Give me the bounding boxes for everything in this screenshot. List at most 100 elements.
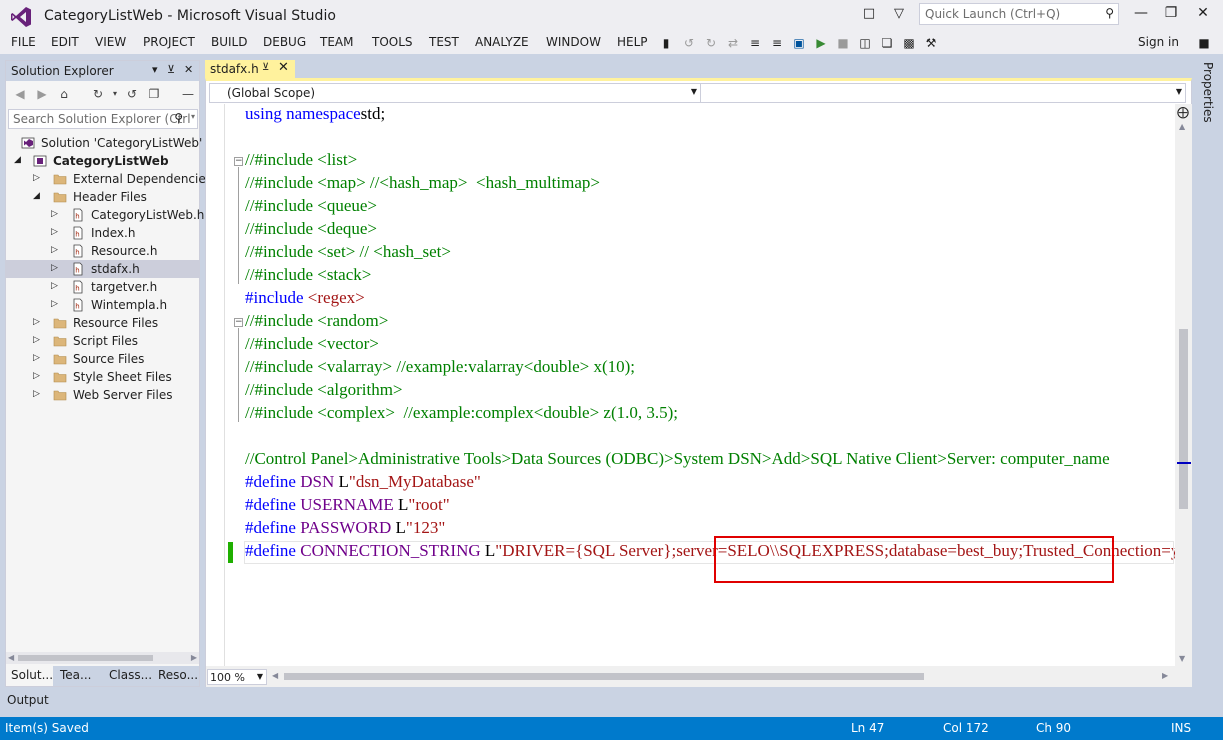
next-bookmark-icon[interactable]: ↻ [703,35,719,51]
wrench-icon[interactable]: ⚒ [923,35,939,51]
pin-icon[interactable]: ⊻ [262,62,269,73]
properties-tab[interactable]: Properties [1201,62,1215,123]
collapsed-arrow-icon[interactable]: ▷ [33,353,40,363]
tree-item[interactable]: ▷ Web Server Files [6,386,199,404]
tree-item[interactable]: ▷ h CategoryListWeb.h [6,206,204,224]
back-icon[interactable]: ◀ [12,86,28,102]
split-icon[interactable]: ⨁ [1177,105,1189,119]
tree-item[interactable]: ▷ Style Sheet Files [6,368,199,386]
menu-project[interactable]: PROJECT [143,35,195,49]
minus-icon[interactable]: — [180,86,196,102]
tree-item[interactable]: Solution 'CategoryListWeb' (1 [6,134,218,152]
scroll-thumb[interactable] [1179,329,1188,509]
solution-explorer-hscrollbar[interactable]: ◀ ▶ [6,652,199,664]
zoom-dropdown[interactable]: 100 % ▼ [207,669,267,685]
attach-process-icon[interactable]: ◫ [857,35,873,51]
menu-edit[interactable]: EDIT [51,35,79,49]
menu-view[interactable]: VIEW [95,35,126,49]
start-debugging-icon[interactable]: ▶ [813,35,829,51]
filter-icon[interactable]: ▽ [890,5,908,23]
tab-class-view[interactable]: Class... [104,666,152,686]
account-icon[interactable]: ■ [1196,35,1212,51]
collapsed-arrow-icon[interactable]: ▷ [51,299,58,309]
chevron-down-icon[interactable]: ▾ [107,86,123,102]
collapsed-arrow-icon[interactable]: ▷ [51,227,58,237]
collapsed-arrow-icon[interactable]: ▷ [33,317,40,327]
expanded-arrow-icon[interactable]: ◢ [14,155,21,165]
scroll-left-icon[interactable]: ◀ [272,671,278,680]
tree-item[interactable]: ▷ Resource Files [6,314,199,332]
maximize-button[interactable]: ❐ [1156,2,1186,24]
uncomment-icon[interactable]: ≡ [769,35,785,51]
tree-item[interactable]: ▷ h Wintempla.h [6,296,199,314]
scroll-thumb[interactable] [284,673,924,680]
menu-help[interactable]: HELP [617,35,648,49]
tree-item[interactable]: ▷ Source Files [6,350,199,368]
collapse-toggle-icon[interactable]: − [234,318,243,327]
tree-item[interactable]: ▷ External Dependencies [6,170,212,188]
menu-tools[interactable]: TOOLS [372,35,413,49]
quick-launch-input[interactable]: Quick Launch (Ctrl+Q) ⚲ [919,3,1119,25]
collapsed-arrow-icon[interactable]: ▷ [33,335,40,345]
chevron-down-icon[interactable]: ▾ [191,112,195,121]
feedback-icon[interactable]: □ [860,5,878,23]
scope-dropdown[interactable]: (Global Scope) ▼ [209,83,701,103]
tab-team-explorer[interactable]: Tea... [55,666,102,686]
browser-link-icon[interactable]: ❏ [879,35,895,51]
tab-solution-explorer[interactable]: Solut... [6,666,53,686]
tree-item[interactable]: ◢ CategoryListWeb [6,152,199,170]
tab-stdafx-h[interactable]: stdafx.h ⊻ ✕ [205,60,295,79]
solution-search-input[interactable]: Search Solution Explorer (Ctrl ⚲ ▾ [8,109,198,129]
tree-item[interactable]: ▷ h Resource.h [6,242,199,260]
previous-bookmark-icon[interactable]: ↺ [681,35,697,51]
collapse-all-icon[interactable]: ❐ [146,86,162,102]
clear-bookmarks-icon[interactable]: ⇄ [725,35,741,51]
editor-vscrollbar[interactable]: ⨁ ▲ ▼ [1175,104,1192,666]
menu-file[interactable]: FILE [11,35,36,49]
menu-debug[interactable]: DEBUG [263,35,306,49]
save-all-icon[interactable]: ▣ [791,35,807,51]
bookmark-icon[interactable]: ▮ [658,35,674,51]
comment-icon[interactable]: ≡ [747,35,763,51]
tree-item[interactable]: ▷ Script Files [6,332,199,350]
sign-in-link[interactable]: Sign in [1138,35,1179,49]
home-icon[interactable]: ⌂ [56,86,72,102]
collapsed-arrow-icon[interactable]: ▷ [33,173,40,183]
member-dropdown[interactable]: ▼ [700,83,1186,103]
output-tab[interactable]: Output [7,693,49,707]
menu-test[interactable]: TEST [429,35,459,49]
close-icon[interactable]: ✕ [184,63,193,76]
scroll-thumb[interactable] [18,655,153,661]
collapsed-arrow-icon[interactable]: ▷ [51,209,58,219]
scroll-up-icon[interactable]: ▲ [1179,122,1185,131]
collapsed-arrow-icon[interactable]: ▷ [51,263,58,273]
menu-window[interactable]: WINDOW [546,35,601,49]
collapsed-arrow-icon[interactable]: ▷ [51,281,58,291]
close-icon[interactable]: ✕ [278,60,289,75]
sync-icon[interactable]: ↻ [90,86,106,102]
code-area[interactable]: using namespacestd; //#include <list> //#i… [206,104,1175,666]
menu-analyze[interactable]: ANALYZE [475,35,529,49]
window-layout-icon[interactable]: ▩ [901,35,917,51]
collapsed-arrow-icon[interactable]: ▷ [33,389,40,399]
close-button[interactable]: ✕ [1188,2,1218,24]
scroll-down-icon[interactable]: ▼ [1179,654,1185,663]
tree-item[interactable]: ▷ h targetver.h [6,278,199,296]
minimize-button[interactable]: — [1126,2,1156,24]
tab-resource-view[interactable]: Reso... [153,666,199,686]
collapse-toggle-icon[interactable]: − [234,157,243,166]
refresh-icon[interactable]: ↺ [124,86,140,102]
scroll-right-icon[interactable]: ▶ [1162,671,1168,680]
collapsed-arrow-icon[interactable]: ▷ [33,371,40,381]
menu-team[interactable]: TEAM [320,35,353,49]
scroll-left-icon[interactable]: ◀ [8,653,14,662]
collapsed-arrow-icon[interactable]: ▷ [51,245,58,255]
stop-debugging-icon[interactable]: ■ [835,35,851,51]
tree-item[interactable]: ▷ h Index.h [6,224,199,242]
forward-icon[interactable]: ▶ [34,86,50,102]
chevron-down-icon[interactable]: ▾ [152,63,158,76]
scroll-right-icon[interactable]: ▶ [191,653,197,662]
tree-item[interactable]: ◢ Header Files [6,188,199,206]
pin-icon[interactable]: ⊻ [167,63,175,76]
expanded-arrow-icon[interactable]: ◢ [33,191,40,201]
